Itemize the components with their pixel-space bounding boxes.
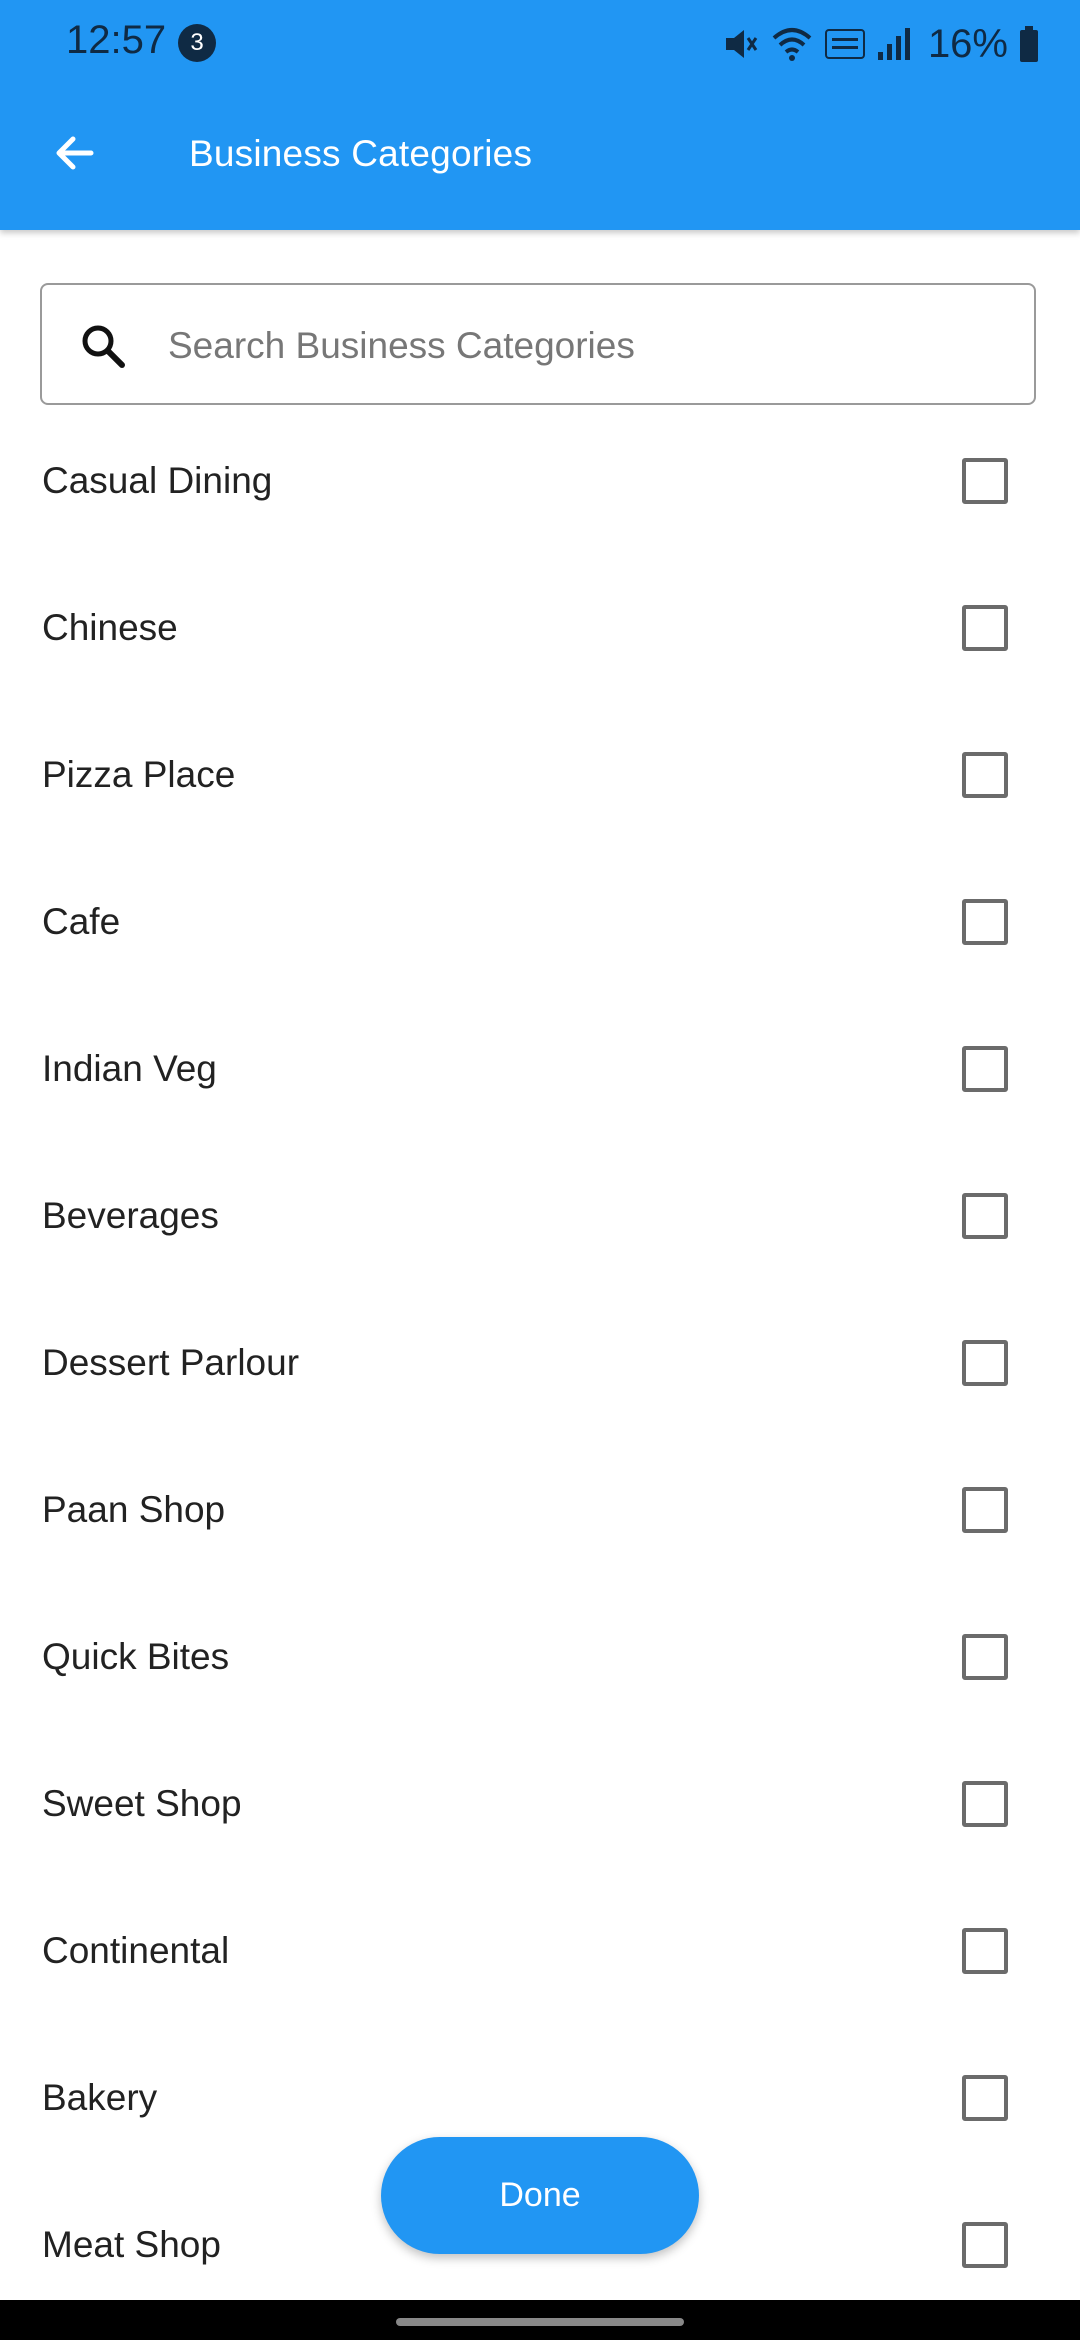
category-checkbox[interactable]	[962, 898, 1008, 945]
list-item[interactable]: Chinese	[0, 554, 1080, 701]
status-bar: 12:57 3 16%	[0, 0, 1080, 88]
category-checkbox[interactable]	[962, 751, 1008, 798]
category-checkbox[interactable]	[962, 1486, 1008, 1533]
search-box[interactable]	[40, 283, 1036, 405]
status-icons: 16%	[720, 20, 1040, 68]
search-input[interactable]	[166, 305, 1010, 387]
list-item[interactable]: Pizza Place	[0, 701, 1080, 848]
list-item[interactable]: Continental	[0, 1877, 1080, 2024]
category-label: Beverages	[42, 1194, 219, 1236]
category-checkbox[interactable]	[962, 1927, 1008, 1974]
category-label: Bakery	[42, 2076, 158, 2118]
volte-icon	[824, 29, 865, 59]
category-checkbox[interactable]	[962, 1780, 1008, 1827]
category-label: Meat Shop	[42, 2223, 221, 2265]
list-item[interactable]: Casual Dining	[0, 407, 1080, 554]
category-label: Quick Bites	[42, 1635, 230, 1677]
status-time: 12:57	[66, 18, 167, 62]
category-label: Casual Dining	[42, 459, 273, 501]
category-list: Casual Dining Chinese Pizza Place Cafe I…	[0, 407, 1080, 2318]
category-label: Indian Veg	[42, 1047, 217, 1089]
arrow-left-icon	[56, 136, 94, 170]
list-item[interactable]: Quick Bites	[0, 1583, 1080, 1730]
category-checkbox[interactable]	[962, 1339, 1008, 1386]
back-button[interactable]	[40, 118, 110, 188]
home-gesture-handle[interactable]	[396, 2318, 684, 2326]
wifi-icon	[772, 28, 812, 61]
done-button[interactable]: Done	[381, 2137, 699, 2254]
category-label: Sweet Shop	[42, 1782, 242, 1824]
category-checkbox[interactable]	[962, 1192, 1008, 1239]
category-checkbox[interactable]	[962, 2074, 1008, 2121]
category-checkbox[interactable]	[962, 2221, 1008, 2268]
list-item[interactable]: Sweet Shop	[0, 1730, 1080, 1877]
category-checkbox[interactable]	[962, 457, 1008, 504]
category-checkbox[interactable]	[962, 1045, 1008, 1092]
list-item[interactable]: Indian Veg	[0, 995, 1080, 1142]
category-label: Chinese	[42, 606, 178, 648]
category-label: Paan Shop	[42, 1488, 226, 1530]
page-title: Business Categories	[189, 133, 533, 174]
list-item[interactable]: Dessert Parlour	[0, 1289, 1080, 1436]
app-bar: 12:57 3 16% Business Categories	[0, 0, 1080, 230]
signal-icon	[877, 28, 910, 60]
search-icon	[82, 325, 125, 368]
list-item[interactable]: Beverages	[0, 1142, 1080, 1289]
mute-icon	[725, 30, 758, 58]
list-item[interactable]: Paan Shop	[0, 1436, 1080, 1583]
category-checkbox[interactable]	[962, 1633, 1008, 1680]
category-label: Pizza Place	[42, 753, 236, 795]
category-checkbox[interactable]	[962, 604, 1008, 651]
system-nav-bar	[0, 2300, 1080, 2340]
category-label: Cafe	[42, 900, 121, 942]
notification-count-badge: 3	[178, 24, 216, 62]
list-item[interactable]: Cafe	[0, 848, 1080, 995]
battery-percent: 16%	[927, 21, 1008, 66]
category-label: Dessert Parlour	[42, 1341, 300, 1383]
category-label: Continental	[42, 1929, 230, 1971]
battery-icon	[1020, 26, 1038, 62]
